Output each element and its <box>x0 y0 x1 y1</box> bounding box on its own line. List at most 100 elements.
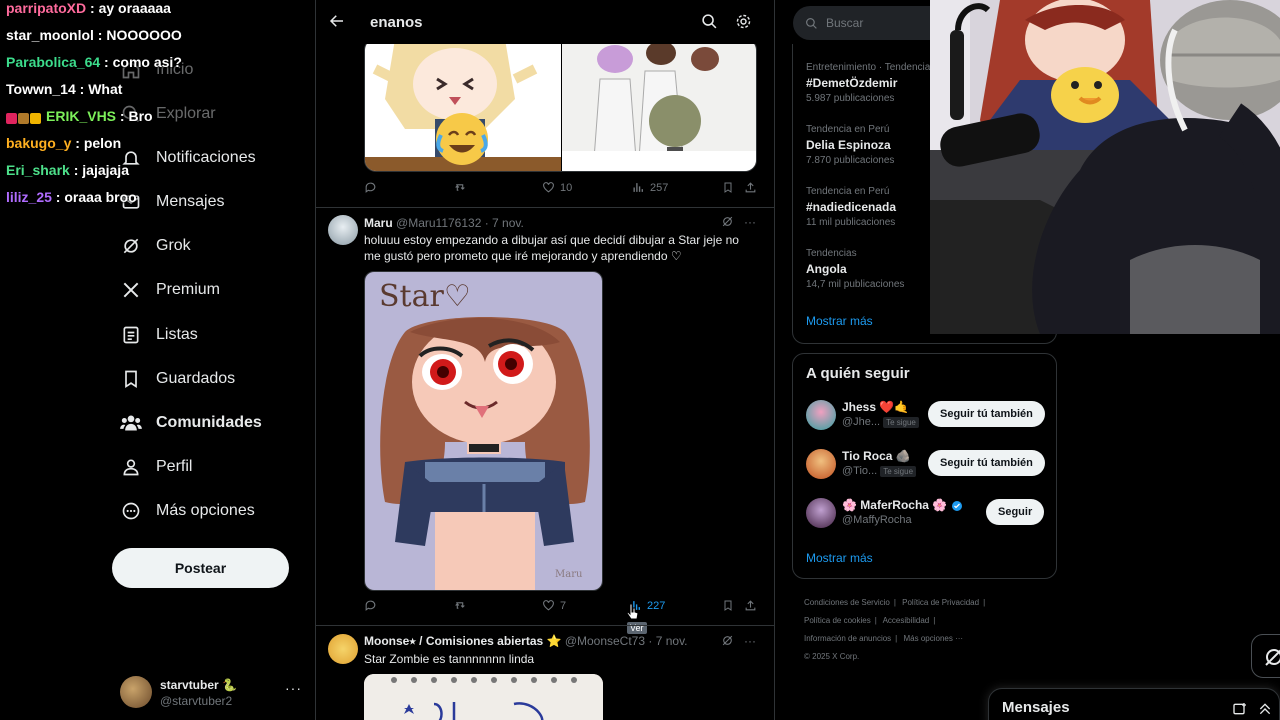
tweet-date[interactable]: · 7 nov. <box>485 216 524 230</box>
chat-separator: : <box>100 54 113 70</box>
grok-icon[interactable] <box>721 634 734 650</box>
post-button[interactable]: Postear <box>112 548 289 588</box>
trend-item[interactable]: Tendencia en Perú Delia Espinoza 7.870 p… <box>806 124 894 166</box>
follows-you-badge: Te sigue <box>883 416 919 428</box>
gear-icon[interactable] <box>735 13 752 35</box>
footer-link[interactable]: Política de cookies <box>804 616 871 625</box>
nav-label: Premium <box>156 281 221 298</box>
tweet-media-image[interactable]: Star♡ Maru <box>364 271 603 591</box>
show-more-trends-link[interactable]: Mostrar más <box>806 314 873 328</box>
like-count: 10 <box>560 181 573 194</box>
chat-text: como asi? <box>112 54 182 70</box>
grok-floating-button[interactable] <box>1251 634 1280 678</box>
chat-text: oraaa broo <box>64 189 137 205</box>
who-to-follow-panel: A quién seguir Jhess ❤️🤙 @Jhe... Te sigue… <box>792 353 1057 579</box>
nav-label: Perfil <box>156 458 193 475</box>
bookmark-button[interactable] <box>722 181 739 194</box>
messages-drawer[interactable]: Mensajes <box>988 688 1280 720</box>
views-button[interactable]: 257 <box>632 181 668 194</box>
like-button[interactable]: 7 <box>542 599 566 612</box>
grok-icon[interactable] <box>721 215 734 231</box>
trend-context: Tendencia en Perú <box>806 124 890 135</box>
avatar <box>806 400 836 430</box>
trend-item[interactable]: Tendencias Angola 14,7 mil publicaciones <box>806 248 904 290</box>
share-button[interactable] <box>744 181 762 194</box>
nav-premium[interactable]: Premium <box>120 274 220 306</box>
footer-link[interactable]: Más opciones ··· <box>903 634 963 643</box>
messages-drawer-title: Mensajes <box>1002 699 1070 716</box>
more-options-icon[interactable]: ··· <box>744 634 756 650</box>
nav-bookmarks[interactable]: Guardados <box>120 363 235 395</box>
chat-separator: : <box>86 0 99 16</box>
avatar[interactable] <box>328 634 358 664</box>
back-arrow-icon[interactable] <box>328 12 346 30</box>
tweet-date[interactable]: · 7 nov. <box>648 634 687 648</box>
tweet-author-handle[interactable]: @MoonseCt73 <box>565 634 645 648</box>
account-switcher[interactable]: starvtuber 🐍 @starvtuber2 ··· <box>120 674 305 712</box>
drawing-caption: Star♡ <box>379 279 471 314</box>
chat-separator: : <box>75 81 89 97</box>
search-icon[interactable] <box>701 13 718 35</box>
chat-message: ERIK_VHS : Bro <box>6 108 306 135</box>
who-to-follow-title: A quién seguir <box>806 365 910 382</box>
nav-more[interactable]: Más opciones <box>120 495 255 527</box>
retweet-button[interactable] <box>453 181 472 194</box>
like-button[interactable]: 10 <box>542 181 572 194</box>
tweet-author-name[interactable]: Moonse⭑ / Comisiones abiertas ⭐ <box>364 634 561 648</box>
mouse-cursor-icon <box>626 603 639 620</box>
more-options-icon[interactable]: ··· <box>744 215 756 231</box>
avatar[interactable] <box>328 215 358 245</box>
chat-message: Towwn_14 : What <box>6 81 306 108</box>
verified-badge-icon <box>951 500 962 511</box>
footer-link[interactable]: Información de anuncios <box>804 634 891 643</box>
follow-button[interactable]: Seguir <box>986 499 1045 525</box>
suggestion-name: Tio Roca 🪨 <box>842 449 911 463</box>
more-circle-icon <box>120 500 142 522</box>
follow-suggestion[interactable]: Tio Roca 🪨 @Tio... Te sigue Seguir tú tam… <box>806 447 1046 483</box>
follow-back-button[interactable]: Seguir tú también <box>928 401 1045 427</box>
retweet-button[interactable] <box>453 599 472 612</box>
tweet-divider <box>316 207 774 208</box>
trend-context: Tendencias <box>806 248 857 259</box>
tweet-actions: 7 227 <box>364 599 759 619</box>
tweet-actions: 10 257 <box>364 181 759 201</box>
footer-link[interactable]: Condiciones de Servicio <box>804 598 890 607</box>
chat-message: parripatoXD : ay oraaaaa <box>6 0 306 27</box>
trend-item[interactable]: Entretenimiento · Tendencia #DemetÖzdemi… <box>806 62 930 104</box>
reply-button[interactable] <box>364 599 382 612</box>
suggestion-handle: @Jhe... Te sigue <box>842 416 919 428</box>
tweet-author-handle[interactable]: @Maru1176132 <box>396 216 481 230</box>
follow-back-button[interactable]: Seguir tú también <box>928 450 1045 476</box>
search-query[interactable]: enanos <box>370 14 423 31</box>
tweet-media-image[interactable] <box>364 674 603 720</box>
show-more-suggestions-link[interactable]: Mostrar más <box>806 551 873 565</box>
chat-message: bakugo_y : pelon <box>6 135 306 162</box>
footer-link[interactable]: Política de Privacidad <box>902 598 979 607</box>
nav-grok[interactable]: Grok <box>120 230 191 262</box>
chat-username: Towwn_14 <box>6 81 76 97</box>
trend-title: Delia Espinoza <box>806 138 891 152</box>
tweet-media-grid[interactable] <box>364 38 757 172</box>
x-logo-icon <box>120 279 142 301</box>
suggestion-handle-text: @Jhe... <box>842 416 881 428</box>
nav-profile[interactable]: Perfil <box>120 451 192 483</box>
share-button[interactable] <box>744 599 762 612</box>
drawing-illustration: Star♡ Maru <box>365 272 602 590</box>
avatar <box>806 449 836 479</box>
chat-username: Eri_shark <box>6 162 70 178</box>
footer-link[interactable]: Accesibilidad <box>883 616 930 625</box>
chevron-up-icon[interactable] <box>1257 701 1273 717</box>
reply-button[interactable] <box>364 181 382 194</box>
chat-text: ay oraaaaa <box>98 0 171 16</box>
nav-lists[interactable]: Listas <box>120 319 198 351</box>
follow-suggestion[interactable]: 🌸 MaferRocha 🌸 @MaffyRocha Seguir <box>806 496 1046 532</box>
nav-communities[interactable]: Comunidades <box>120 407 262 439</box>
chat-message: star_moonlol : NOOOOOO <box>6 27 306 54</box>
trend-item[interactable]: Tendencia en Perú #nadiedicenada 11 mil … <box>806 186 896 228</box>
follow-suggestion[interactable]: Jhess ❤️🤙 @Jhe... Te sigue Seguir tú tamb… <box>806 398 1046 434</box>
bookmark-button[interactable] <box>722 599 739 612</box>
search-icon <box>806 17 817 29</box>
search-timeline: enanos 10 257 Maru @Maru1176132 · 7 nov.… <box>315 0 775 720</box>
new-message-icon[interactable] <box>1232 701 1248 717</box>
tweet-author-name[interactable]: Maru <box>364 216 393 230</box>
